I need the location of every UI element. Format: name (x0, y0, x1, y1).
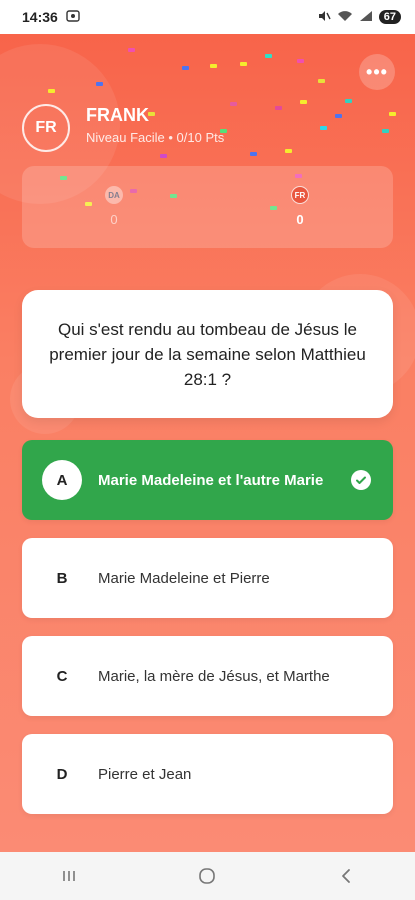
team-right-score: 0 (296, 212, 304, 227)
nav-home-button[interactable] (177, 856, 237, 896)
scoreboard: DA 0 FR 0 (22, 166, 393, 248)
confetti-piece (320, 126, 327, 130)
confetti-piece (275, 106, 282, 110)
more-menu-button[interactable]: ••• (359, 54, 395, 90)
confetti-piece (240, 62, 247, 66)
confetti-piece (285, 149, 292, 153)
home-icon (199, 868, 216, 884)
question-text: Qui s'est rendu au tombeau de Jésus le p… (49, 319, 366, 389)
player-info: FRANK Niveau Facile • 0/10 Pts (86, 105, 224, 145)
team-right-badge: FR (291, 186, 309, 204)
confetti-piece (297, 59, 304, 63)
question-card: Qui s'est rendu au tombeau de Jésus le p… (22, 290, 393, 418)
answer-letter: B (56, 569, 68, 587)
team-left-badge: DA (105, 186, 123, 204)
confetti-piece (389, 112, 396, 116)
confetti-piece (382, 129, 389, 133)
confetti-piece (210, 64, 217, 68)
wifi-icon (337, 10, 353, 25)
mute-icon (317, 9, 331, 26)
answer-option-b[interactable]: B Marie Madeleine et Pierre (22, 538, 393, 618)
answer-text: Marie Madeleine et Pierre (98, 569, 270, 587)
nav-back-button[interactable] (316, 856, 376, 896)
confetti-piece (96, 82, 103, 86)
player-level-points: Niveau Facile • 0/10 Pts (86, 130, 225, 145)
avatar: FR (22, 104, 70, 152)
player-name: FRANK (86, 105, 149, 125)
back-icon (341, 869, 350, 883)
confetti-piece (160, 154, 167, 158)
signal-icon (359, 10, 373, 25)
nav-recents-button[interactable] (39, 856, 99, 896)
player-header: FR FRANK Niveau Facile • 0/10 Pts (22, 104, 224, 152)
confetti-piece (128, 48, 135, 52)
confetti-piece (182, 66, 189, 70)
more-horizontal-icon: ••• (366, 62, 388, 82)
answer-letter: D (56, 765, 68, 783)
confetti-piece (250, 152, 257, 156)
status-time: 14:36 (22, 9, 58, 25)
recents-icon (63, 871, 75, 881)
team-left: DA 0 (94, 186, 134, 227)
quiz-screen: ••• FR FRANK Niveau Facile • 0/10 Pts DA… (0, 34, 415, 852)
check-circle-icon (351, 470, 371, 490)
confetti-piece (318, 79, 325, 83)
confetti-piece (345, 99, 352, 103)
battery-indicator: 67 (378, 10, 401, 24)
answer-text: Marie Madeleine et l'autre Marie (98, 471, 324, 489)
answer-option-a[interactable]: A Marie Madeleine et l'autre Marie (22, 440, 393, 520)
answer-text: Marie, la mère de Jésus, et Marthe (98, 667, 330, 685)
answer-letter: C (56, 667, 68, 685)
confetti-piece (265, 54, 272, 58)
confetti-piece (230, 102, 237, 106)
confetti-piece (335, 114, 342, 118)
team-right: FR 0 (280, 186, 320, 227)
team-left-score: 0 (110, 212, 118, 227)
screenshot-icon (66, 9, 80, 25)
answer-letter: A (42, 460, 82, 500)
confetti-piece (48, 89, 55, 93)
answer-text: Pierre et Jean (98, 765, 192, 783)
answer-option-d[interactable]: D Pierre et Jean (22, 734, 393, 814)
system-nav-bar (0, 852, 415, 900)
confetti-piece (300, 100, 307, 104)
answer-option-c[interactable]: C Marie, la mère de Jésus, et Marthe (22, 636, 393, 716)
status-bar: 14:36 67 (0, 0, 415, 34)
